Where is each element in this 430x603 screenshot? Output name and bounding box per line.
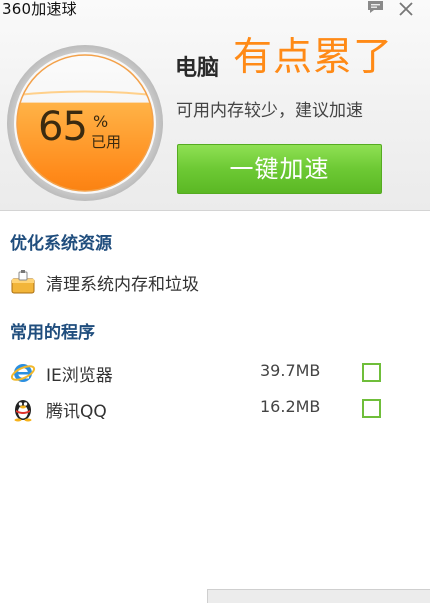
program-memory-size: 16.2MB [260,397,321,416]
broom-bucket-icon [11,270,35,294]
memory-gauge: 65 % 已用 [5,18,165,203]
gauge-percent-sign: % [93,112,109,131]
gauge-text: 65 % 已用 [5,18,165,203]
ie-icon [10,364,36,382]
window-title: 360加速球 [2,0,77,18]
program-checkbox[interactable] [362,363,381,382]
optimize-section-title: 优化系统资源 [10,234,112,254]
programs-section-title: 常用的程序 [10,323,95,343]
status-subtitle: 可用内存较少，建议加速 [176,101,363,121]
feedback-icon[interactable] [367,0,384,14]
gauge-percent-value: 65 [38,104,88,150]
one-click-accelerate-button[interactable]: 一键加速 [177,144,382,194]
program-row: IE浏览器 39.7MB [10,357,420,387]
status-headline: 有点累了 [233,35,394,80]
gauge-used-label: 已用 [91,133,122,151]
program-name: 腾讯QQ [46,402,107,422]
close-icon[interactable] [397,0,415,18]
clean-memory-label: 清理系统内存和垃圾 [46,275,199,295]
clean-memory-item[interactable]: 清理系统内存和垃圾 [10,266,420,296]
status-prefix: 电脑 [175,56,220,81]
program-row: 腾讯QQ 16.2MB [10,393,420,423]
program-checkbox[interactable] [362,399,381,418]
header-panel: 360加速球 65 % 已用 电脑 有点累了 可用内存较少，建议加速 一键加速 [0,0,430,211]
program-name: IE浏览器 [46,366,113,386]
qq-penguin-icon [14,400,32,422]
bottom-bar [207,589,430,603]
program-memory-size: 39.7MB [260,361,321,380]
